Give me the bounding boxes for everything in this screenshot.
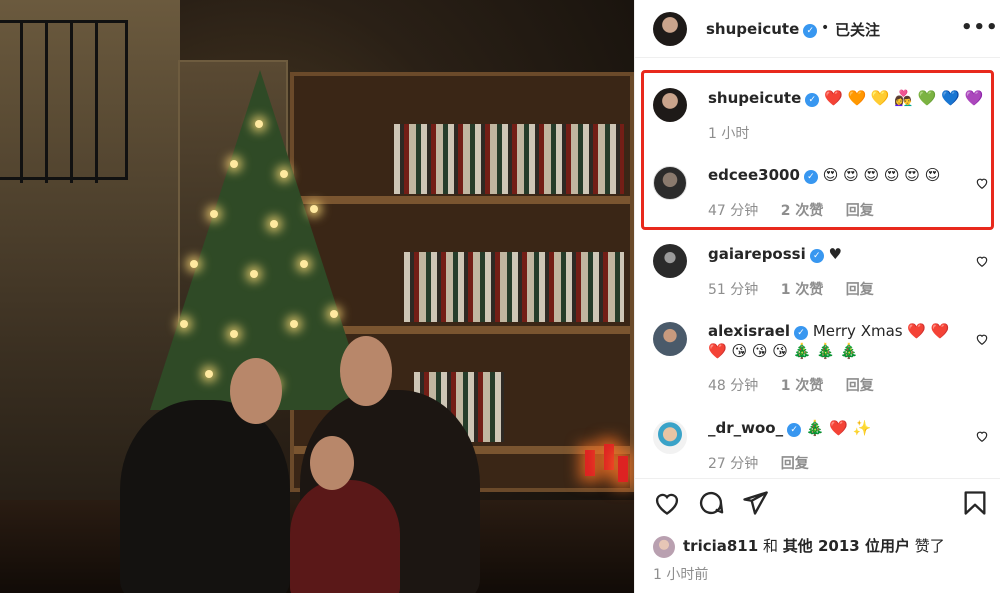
comment-like-heart-icon[interactable] bbox=[975, 429, 989, 443]
post-action-bar bbox=[635, 478, 1000, 528]
comment-text: 🎄 ❤️ ✨ bbox=[805, 419, 872, 437]
author-username[interactable]: shupeicute ✓ bbox=[706, 20, 818, 38]
photo-family bbox=[100, 330, 520, 593]
following-button[interactable]: 已关注 bbox=[835, 19, 880, 40]
comment-like-heart-icon[interactable] bbox=[975, 176, 989, 190]
comment-username[interactable]: edcee3000 bbox=[708, 166, 800, 184]
liked-by-connector: 和 bbox=[762, 537, 778, 555]
verified-badge-icon: ✓ bbox=[803, 24, 818, 38]
author-avatar[interactable] bbox=[653, 12, 687, 46]
verified-badge-icon: ✓ bbox=[805, 93, 820, 107]
comment-meta: 47 分钟 2 次赞 回复 bbox=[708, 200, 892, 220]
bookmark-icon[interactable] bbox=[961, 489, 989, 517]
liker-username[interactable]: tricia811 bbox=[683, 537, 758, 555]
comment-avatar[interactable] bbox=[653, 244, 687, 278]
verified-badge-icon: ✓ bbox=[809, 249, 824, 263]
more-icon[interactable]: ••• bbox=[961, 17, 999, 38]
comment-body: alexisrael ✓ Merry Xmas ❤️ ❤️ bbox=[708, 322, 949, 340]
liked-by-others[interactable]: 其他 2013 位用户 bbox=[783, 537, 910, 555]
comment-avatar[interactable] bbox=[653, 166, 687, 200]
liker-avatar[interactable] bbox=[653, 536, 675, 558]
reply-button[interactable]: 回复 bbox=[846, 282, 874, 298]
photo-railing bbox=[0, 20, 128, 183]
header-separator: • bbox=[821, 20, 830, 36]
comment-time: 1 小时 bbox=[708, 126, 750, 142]
liked-by-summary: tricia811 和 其他 2013 位用户 赞了 bbox=[683, 535, 945, 556]
post-side-panel: shupeicute ✓ • 已关注 ••• shupeicute ✓ ❤️ 🧡 💛… bbox=[634, 0, 1000, 593]
post-header: shupeicute ✓ • 已关注 ••• bbox=[635, 0, 1000, 58]
comment-time: 48 分钟 bbox=[708, 378, 759, 394]
comment-username[interactable]: shupeicute bbox=[708, 89, 801, 107]
comment-meta: 51 分钟 1 次赞 回复 bbox=[708, 279, 892, 299]
comment-time: 47 分钟 bbox=[708, 203, 759, 219]
comment-body: shupeicute ✓ ❤️ 🧡 💛 👩‍❤️‍👨 💚 💙 💜 bbox=[708, 89, 983, 107]
comment-like-heart-icon[interactable] bbox=[975, 332, 989, 346]
verified-badge-icon: ✓ bbox=[787, 423, 802, 437]
comment-time: 27 分钟 bbox=[708, 456, 759, 472]
comment-avatar[interactable] bbox=[653, 88, 687, 122]
comment-text: Merry Xmas ❤️ ❤️ bbox=[812, 322, 950, 340]
comment-text: 😍 😍 😍 😍 😍 😍 bbox=[822, 166, 941, 184]
reply-button[interactable]: 回复 bbox=[846, 203, 874, 219]
verified-badge-icon: ✓ bbox=[794, 326, 809, 340]
liked-by-suffix: 赞了 bbox=[914, 537, 945, 555]
comment-username[interactable]: alexisrael bbox=[708, 322, 790, 340]
post-timestamp: 1 小时前 bbox=[653, 567, 709, 583]
comment-icon[interactable] bbox=[697, 489, 725, 517]
comment-username[interactable]: gaiarepossi bbox=[708, 245, 806, 263]
comment-username[interactable]: _dr_woo_ bbox=[708, 419, 783, 437]
reply-button[interactable]: 回复 bbox=[781, 456, 809, 472]
comment-avatar[interactable] bbox=[653, 322, 687, 356]
post-photo[interactable] bbox=[0, 0, 634, 593]
comment-meta: 1 小时 bbox=[708, 123, 767, 143]
comment-meta: 27 分钟 回复 bbox=[708, 453, 827, 473]
heart-icon[interactable] bbox=[653, 489, 681, 517]
comment-text: ♥ bbox=[828, 245, 842, 263]
comment-likes[interactable]: 1 次赞 bbox=[781, 282, 824, 298]
comment-avatar[interactable] bbox=[653, 420, 687, 454]
comment-body: edcee3000 ✓ 😍 😍 😍 😍 😍 😍 bbox=[708, 166, 940, 184]
verified-badge-icon: ✓ bbox=[803, 170, 818, 184]
comment-text: ❤️ 🧡 💛 👩‍❤️‍👨 💚 💙 💜 bbox=[824, 89, 984, 107]
comment-text-continued: ❤️ 😘 😘 😘 🎄 🎄 🎄 bbox=[708, 342, 859, 360]
comment-like-heart-icon[interactable] bbox=[975, 254, 989, 268]
comment-likes[interactable]: 2 次赞 bbox=[781, 203, 824, 219]
comment-body: _dr_woo_ ✓ 🎄 ❤️ ✨ bbox=[708, 419, 871, 437]
reply-button[interactable]: 回复 bbox=[846, 378, 874, 394]
comment-body: gaiarepossi ✓ ♥ bbox=[708, 245, 842, 263]
share-icon[interactable] bbox=[741, 489, 769, 517]
photo-candles bbox=[580, 440, 630, 490]
comment-meta: 48 分钟 1 次赞 回复 bbox=[708, 375, 892, 395]
comment-time: 51 分钟 bbox=[708, 282, 759, 298]
comment-likes[interactable]: 1 次赞 bbox=[781, 378, 824, 394]
